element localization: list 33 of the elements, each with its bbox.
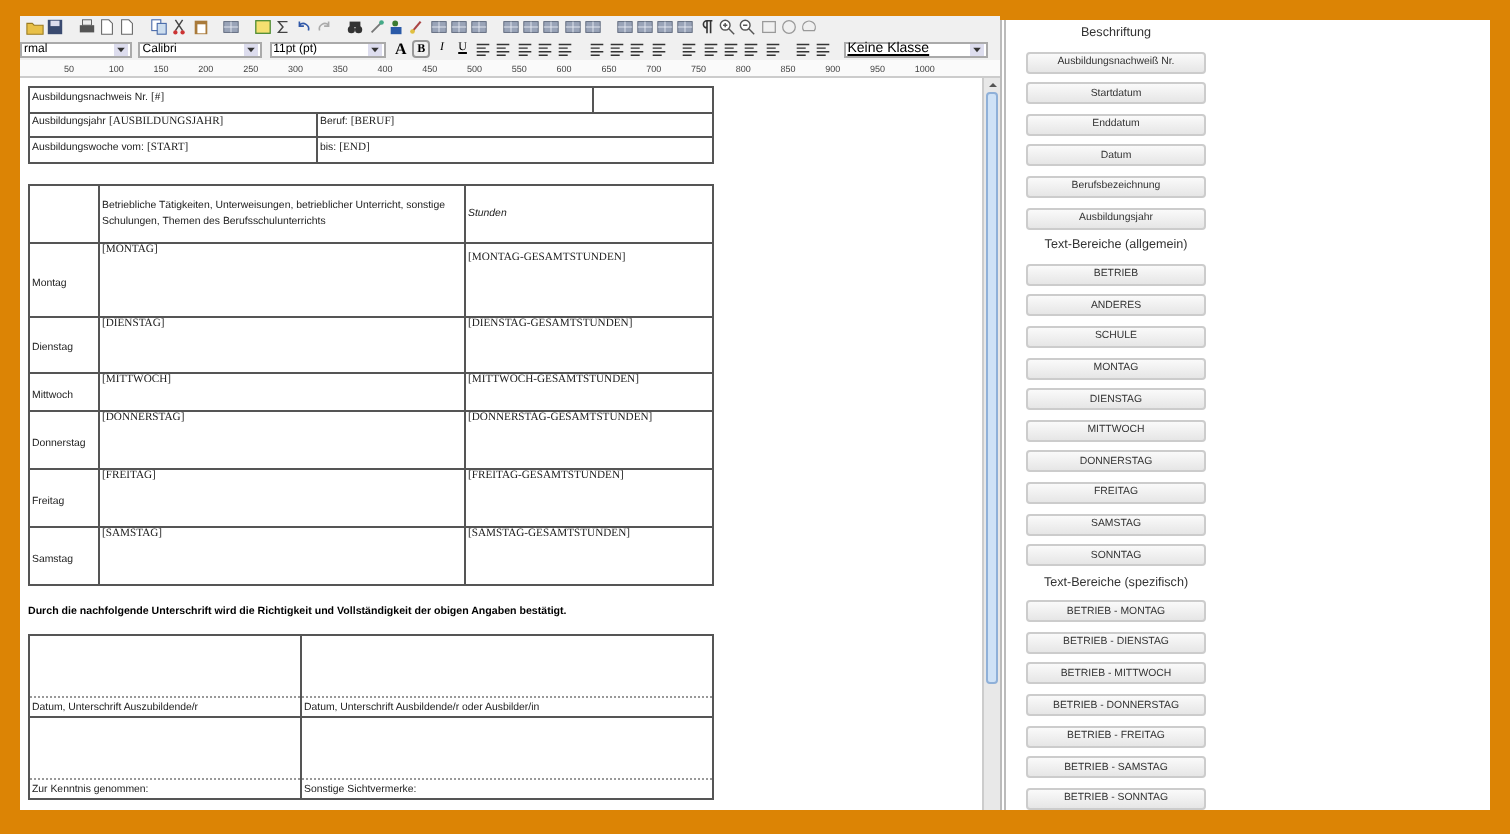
zoom-out-icon[interactable] [738,18,757,36]
cut-icon[interactable] [170,18,189,36]
wand-icon[interactable] [367,18,386,36]
table-icon[interactable] [615,18,633,36]
zoom-in-icon[interactable] [717,18,736,36]
table-icon[interactable] [583,18,602,36]
table-icon[interactable] [522,18,541,36]
dropdown-arrow-icon[interactable] [114,43,128,55]
scroll-thumb[interactable] [986,92,998,684]
binoculars-icon[interactable] [346,18,365,36]
table-icon[interactable] [470,18,489,36]
paste-icon[interactable] [191,18,210,36]
table-icon[interactable] [563,18,582,36]
table-icon[interactable] [542,18,561,36]
scrollbar[interactable] [982,78,1000,810]
table-icon[interactable] [635,18,654,36]
pilcrow-icon[interactable] [697,18,716,36]
table-icon[interactable] [656,18,675,36]
dropdown-arrow-icon[interactable] [969,43,984,55]
save-icon[interactable] [46,18,65,36]
brush-icon[interactable] [408,18,427,36]
undo-icon[interactable] [294,18,313,36]
table-icon[interactable] [501,18,520,36]
copy-icon[interactable] [150,18,169,36]
format-button[interactable]: A [391,40,410,58]
table-icon[interactable] [449,18,468,36]
table-icon[interactable] [429,18,448,36]
dropdown-arrow-icon[interactable] [244,43,259,55]
sigma-icon[interactable] [274,18,293,36]
table-icon[interactable] [222,18,241,36]
dropdown-arrow-icon[interactable] [367,43,382,55]
printer-icon[interactable] [77,18,96,36]
table-icon[interactable] [676,18,695,36]
